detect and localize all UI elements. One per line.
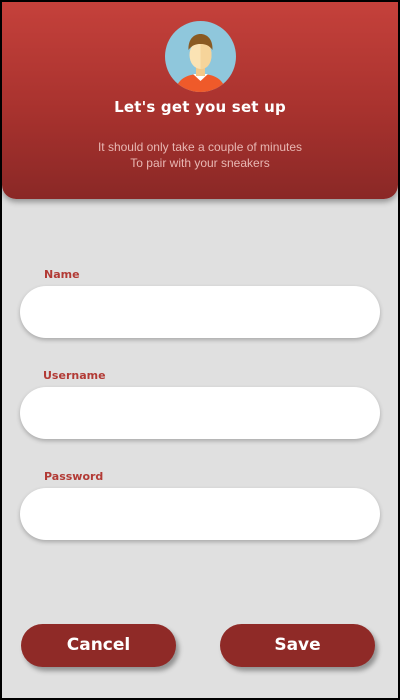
- name-field[interactable]: [20, 286, 380, 338]
- save-button[interactable]: Save: [220, 624, 375, 667]
- page-title: Let's get you set up: [114, 98, 286, 116]
- password-field[interactable]: [20, 488, 380, 540]
- username-field[interactable]: [20, 387, 380, 439]
- username-label: Username: [43, 369, 106, 382]
- name-label: Name: [44, 268, 80, 281]
- password-label: Password: [44, 470, 104, 483]
- subtitle-line: It should only take a couple of minutes: [97, 140, 303, 154]
- page-subtitle: It should only take a couple of minutes …: [2, 139, 398, 171]
- user-avatar-icon: [165, 21, 236, 92]
- header-panel: Let's get you set up It should only take…: [2, 2, 398, 199]
- subtitle-line: To pair with your sneakers: [130, 156, 270, 170]
- cancel-button[interactable]: Cancel: [21, 624, 176, 667]
- setup-screen: Let's get you set up It should only take…: [2, 2, 398, 698]
